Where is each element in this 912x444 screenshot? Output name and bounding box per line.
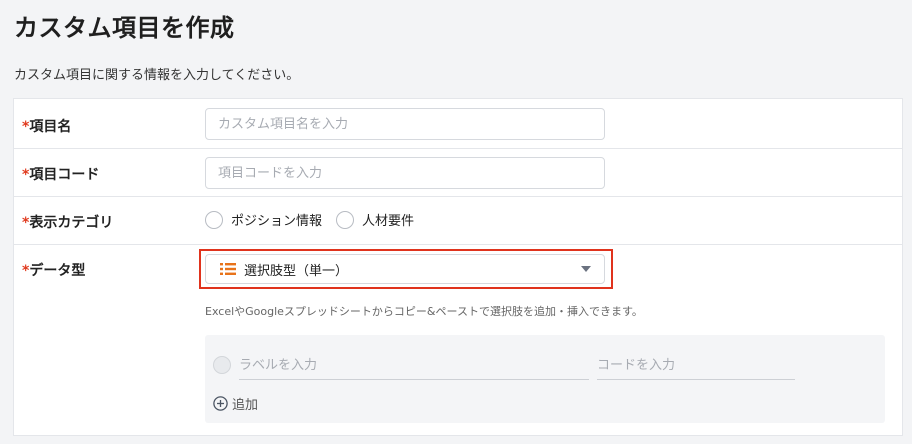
list-icon xyxy=(220,262,236,276)
page-subtitle: カスタム項目に関する情報を入力してください。 xyxy=(14,68,300,83)
data-type-hint: ExcelやGoogleスプレッドシートからコピー&ペーストで選択肢を追加・挿入… xyxy=(205,305,643,318)
radio-button[interactable] xyxy=(336,210,355,229)
data-type-label-text: データ型 xyxy=(29,263,86,279)
display-category-label: *表示カテゴリ xyxy=(22,212,113,232)
radio-option-label: 人材要件 xyxy=(362,214,415,229)
item-code-input[interactable] xyxy=(205,157,605,189)
display-category-label-text: 表示カテゴリ xyxy=(29,215,114,231)
item-name-input[interactable] xyxy=(205,108,605,140)
data-type-row: *データ型 選択肢型（単一） ExcelやGoogleスプレッドシートからコピー… xyxy=(14,245,902,437)
plus-circle-icon xyxy=(213,396,228,411)
data-type-label: *データ型 xyxy=(22,260,85,280)
radio-button[interactable] xyxy=(205,210,223,229)
custom-field-form: *項目名 *項目コード *表示カテゴリ ポジション情報 人材要件 *データ型 xyxy=(13,98,903,436)
chevron-down-icon xyxy=(581,266,591,272)
data-type-select[interactable]: 選択肢型（単一） xyxy=(205,254,605,284)
item-name-label-text: 項目名 xyxy=(29,119,72,135)
add-choice-label: 追加 xyxy=(232,398,259,413)
item-code-row: *項目コード xyxy=(14,149,902,197)
radio-option-talent-requirements[interactable]: 人材要件 xyxy=(336,210,414,229)
item-name-row: *項目名 xyxy=(14,99,902,149)
item-name-label: *項目名 xyxy=(22,116,71,136)
item-code-label: *項目コード xyxy=(22,164,99,184)
page-title: カスタム項目を作成 xyxy=(14,14,235,42)
choice-label-input[interactable] xyxy=(239,351,589,380)
choice-editor-panel: 追加 xyxy=(205,335,885,423)
radio-option-label: ポジション情報 xyxy=(231,214,323,229)
radio-option-position-info[interactable]: ポジション情報 xyxy=(205,210,322,229)
choice-code-input[interactable] xyxy=(597,351,795,380)
display-category-row: *表示カテゴリ ポジション情報 人材要件 xyxy=(14,197,902,245)
item-code-label-text: 項目コード xyxy=(29,167,100,183)
add-choice-button[interactable]: 追加 xyxy=(213,394,258,413)
display-category-radio-group: ポジション情報 人材要件 xyxy=(205,210,428,229)
data-type-selected-value: 選択肢型（単一） xyxy=(244,263,349,279)
choice-default-radio[interactable] xyxy=(213,356,231,374)
